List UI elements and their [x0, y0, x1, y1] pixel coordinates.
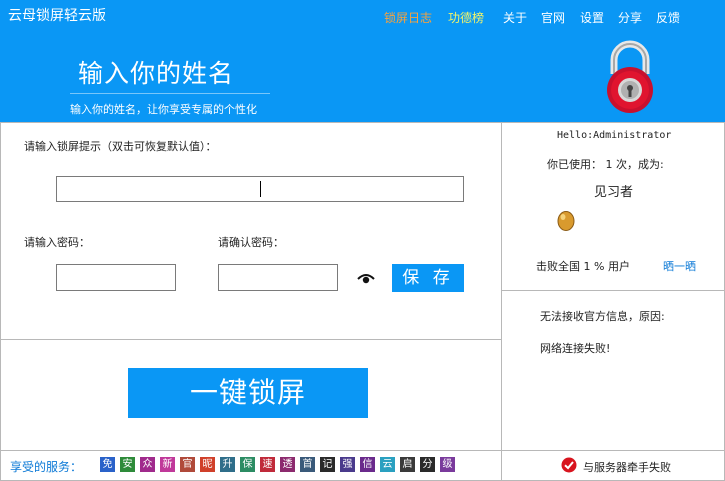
menu-website[interactable]: 官网	[541, 9, 565, 26]
service-badge[interactable]: 分	[420, 457, 435, 472]
padlock-icon	[607, 40, 653, 113]
notice-line-2: 网络连接失败!	[540, 342, 611, 355]
server-status: 与服务器牵手失败	[583, 461, 671, 474]
password-label: 请输入密码：	[24, 236, 90, 249]
user-rank: 见习者	[594, 185, 634, 200]
settings-panel	[0, 122, 502, 340]
share-rank-link[interactable]: 晒一晒	[663, 258, 696, 274]
menu-lock-log[interactable]: 锁屏日志	[384, 9, 432, 26]
service-badge[interactable]: 安	[120, 457, 135, 472]
check-circle-icon	[561, 457, 577, 473]
lock-hint-label: 请输入锁屏提示（双击可恢复默认值）：	[24, 140, 217, 153]
confirm-password-label: 请确认密码：	[218, 236, 284, 249]
hero-title: 输入你的姓名	[78, 59, 235, 88]
hero-subtitle: 输入你的姓名，让你享受专属的个性化	[70, 103, 257, 116]
usage-count: 你已使用： 1 次，成为:	[547, 158, 664, 171]
service-badge[interactable]: 首	[300, 457, 315, 472]
app-title: 云母锁屏轻云版	[8, 8, 106, 24]
service-badge[interactable]: 云	[380, 457, 395, 472]
services-label: 享受的服务：	[10, 460, 83, 474]
eye-icon[interactable]	[357, 272, 375, 284]
menu-feedback[interactable]: 反馈	[656, 9, 680, 26]
one-click-lock-button[interactable]: 一键锁屏	[128, 368, 368, 418]
footer-divider	[501, 450, 502, 481]
service-badge[interactable]: 升	[220, 457, 235, 472]
service-badge[interactable]: 速	[260, 457, 275, 472]
confirm-password-input[interactable]	[218, 264, 338, 291]
service-badge[interactable]: 级	[440, 457, 455, 472]
app-window: 云母锁屏轻云版 锁屏日志 功德榜 关于 官网 设置 分享 反馈 输入你的姓名 输…	[0, 0, 725, 481]
password-input[interactable]	[56, 264, 176, 291]
egg-rank-icon	[557, 211, 575, 231]
menu-settings[interactable]: 设置	[580, 9, 604, 26]
menu-share[interactable]: 分享	[618, 9, 642, 26]
lock-hint-input[interactable]	[56, 176, 464, 202]
beat-percentage: 击败全国 1 % 用户	[536, 260, 630, 273]
service-badge[interactable]: 透	[280, 457, 295, 472]
service-badge[interactable]: 众	[140, 457, 155, 472]
menu-about[interactable]: 关于	[503, 9, 527, 26]
service-badge[interactable]: 免	[100, 457, 115, 472]
service-badge[interactable]: 昵	[200, 457, 215, 472]
service-badge[interactable]: 强	[340, 457, 355, 472]
menu-merit-board[interactable]: 功德榜	[448, 9, 484, 26]
hero-divider	[70, 93, 270, 94]
service-badge[interactable]: 新	[160, 457, 175, 472]
service-badge[interactable]: 保	[240, 457, 255, 472]
header-bar: 云母锁屏轻云版 锁屏日志 功德榜 关于 官网 设置 分享 反馈 输入你的姓名 输…	[0, 0, 725, 122]
service-badge[interactable]: 信	[360, 457, 375, 472]
text-caret	[260, 181, 261, 197]
service-badge[interactable]: 记	[320, 457, 335, 472]
save-button[interactable]: 保 存	[392, 264, 464, 292]
service-badge[interactable]: 官	[180, 457, 195, 472]
user-greeting: Hello:Administrator	[557, 130, 672, 141]
service-badge[interactable]: 启	[400, 457, 415, 472]
notice-line-1: 无法接收官方信息，原因:	[540, 310, 665, 323]
